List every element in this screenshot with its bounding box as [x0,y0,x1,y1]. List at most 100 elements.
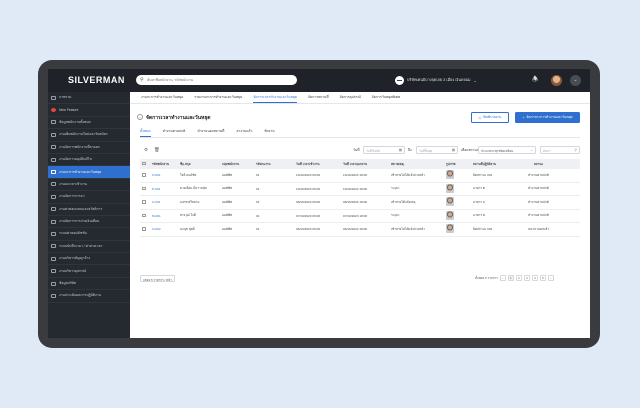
subnav-item[interactable]: จัดการเวลาทำงานและวันหยุด [253,95,298,103]
employee-code-link[interactable]: M-001 [150,214,178,218]
sidebar-item-label: งานจัดการการจ่ายเงินเดือน [59,219,100,224]
column-header[interactable]: วันที่ เวลาออกงาน [341,162,389,167]
row-checkbox[interactable] [142,227,146,231]
column-header[interactable]: สถานที่ปฏิบัติงาน [471,162,515,167]
tab[interactable]: ลางานแล้ว [236,129,252,137]
sidebar-item[interactable]: งานจัดการการจ่ายเงินเดือน [48,216,130,229]
sidebar-item-label: งานลงเวลาเข้างาน [59,181,87,186]
page-button[interactable]: › [547,275,554,281]
page-button[interactable]: 1 [507,275,514,281]
select-all-checkbox[interactable] [142,161,146,166]
row-checkbox[interactable] [142,173,146,177]
row-checkbox[interactable] [142,200,146,204]
sidebar-item[interactable]: งานลงเวลาเข้างาน [48,179,130,192]
export-report-button[interactable]: ⎙ พิมพ์รายงาน [471,112,509,123]
sidebar-item[interactable]: ข้อมูลพนักงานทั้งหมด [48,117,130,130]
sidebar-item[interactable]: งานกะการทำงานและวันหยุด [48,166,130,179]
subnav-item[interactable]: จัดการวันหยุดพิเศษ [372,95,400,100]
avatar[interactable] [551,75,562,86]
employee-photo[interactable] [446,197,454,207]
column-header[interactable]: วันที่ เวลาเข้างาน [294,162,341,167]
sidebar: ภาพรวม New Feature ข้อมูลพนักงานทั้งหมด งาน… [48,92,130,338]
column-header[interactable]: กลุ่มพนักงาน [220,162,254,167]
filter-icon[interactable]: ⚙ [144,147,148,153]
row-select-cell [140,213,150,219]
sidebar-item[interactable]: งานจัดการการลา [48,191,130,204]
back-icon[interactable]: ‹ [137,114,143,120]
subnav-item[interactable]: งานกะการทำงานและวันหยุด [141,95,183,100]
row-checkbox[interactable] [142,186,146,190]
row-select-cell [140,173,150,178]
sidebar-item[interactable]: งานเพิ่มพนักงานใหม่และรับสมัคร [48,129,130,142]
table-cell: ปิดสถานะ 002 [473,226,493,231]
device-icon [51,269,56,274]
bell-icon[interactable]: 🕭 [532,75,538,86]
employee-code-link[interactable]: O-001 [150,173,178,177]
employee-photo[interactable] [446,210,454,220]
sidebar-item[interactable]: New Feature [48,104,130,117]
sidebar-item[interactable]: ระบบบันทึกเวลา / ค่าล่วงเวลา [48,241,130,254]
export-report-label: พิมพ์รายงาน [483,115,502,119]
sidebar-item[interactable]: ข้อมูลบริษัท [48,278,130,291]
page-button[interactable]: ‹ [499,275,506,281]
tab[interactable]: ทำงานนอกสถานที่ [197,129,224,137]
employee-photo[interactable] [446,183,454,193]
manage-shift-button[interactable]: + จัดการกะการทำงานและวันหยุด [515,112,580,123]
date-from-field[interactable]: วันที่เริ่มต้น ▦ [363,145,405,154]
column-header[interactable]: รหัสพนักงาน [150,162,178,167]
table-search-field[interactable]: ค้นหา ⚲ [540,145,580,154]
column-header[interactable]: สถานะ [515,162,560,167]
search-box[interactable]: ⚲ [136,75,297,85]
tab[interactable]: ทั้งหมด [140,129,151,137]
row-select-cell [140,227,150,232]
subnav-item[interactable]: จัดการอุปกรณ์ [340,95,361,100]
employee-code-link[interactable]: C-001 [150,200,178,204]
table-row[interactable]: C-001 บงกช ศรีสยาม ออฟฟิศ 01 08/10/2023 09:0… [140,196,580,210]
page-button[interactable]: 3 [523,275,530,281]
date-to-field[interactable]: วันที่สิ้นสุด ▦ [416,145,458,154]
subnav-item[interactable]: รายงานกะการทำงานและวันหยุด [194,95,242,100]
column-header[interactable]: ชื่อ-สกุล [178,162,220,167]
sidebar-item[interactable]: งานจัดการอนุมัติแก้ไข [48,154,130,167]
sidebar-item[interactable]: ภาพรวม [48,92,130,105]
table-row[interactable]: O-001 ใจดี มนต์ชัย ออฟฟิศ 01 10/10/2023 09:0… [140,169,580,183]
tab[interactable]: ทำงานตามปกติ [163,129,186,137]
subnav-item[interactable]: จัดการสถานที่ [308,95,329,100]
column-header[interactable]: รหัสกะงาน [254,162,294,167]
search-input[interactable] [147,77,292,83]
app-logo[interactable]: SILVERMAN [68,75,125,85]
sidebar-item[interactable]: งานบริหารอุปกรณ์ [48,265,130,278]
table-cell: ทรงวุฒิ ใจดี [180,213,196,218]
sidebar-item[interactable]: ระบบค่าคอมมิชชัน [48,228,130,241]
sidebar-item-label: ภาพรวม [59,95,72,100]
company-selector[interactable]: บริษัทเคนอิบางจุดเลย 3 เมี่ยง เงินดจอม ⌄ [395,75,477,85]
employee-code-link[interactable]: P-001 [150,187,178,191]
table-row[interactable]: P-001 ดวงเดือน มีความสุข ออฟฟิศ 01 10/10/202… [140,183,580,196]
page-size-select[interactable]: แสดง 5 รายการ / หน้า [140,275,175,282]
table-row[interactable]: O-002 นงนุช สุดดี ออฟฟิศ 01 06/10/2023 09:00… [140,223,580,237]
payroll-icon [51,219,56,224]
account-menu-chevron-icon[interactable]: ⌄ [570,75,581,86]
company-icon [395,75,404,85]
tab[interactable]: พักงาน [264,129,274,137]
employee-code-link[interactable]: O-002 [150,227,178,231]
sidebar-item[interactable]: งานจัดการพนักงานที่ลาออก [48,142,130,154]
employee-photo[interactable] [446,170,454,180]
column-header[interactable]: รูปภาพ [444,162,471,167]
page-button[interactable]: 2 [515,275,522,281]
table-cell: 01 [256,173,260,178]
sidebar-item[interactable]: งานค่าตอบแทนและสวัสดิการ [48,204,130,216]
table-row[interactable]: M-001 ทรงวุฒิ ใจดี ออฟฟิศ 01 07/10/2023 09:0… [140,210,580,223]
column-header[interactable]: หมายเหตุ [389,162,444,167]
table-cell: อาคาร B [473,186,485,191]
page-button[interactable]: 4 [531,275,538,281]
delete-icon[interactable]: 🗑 [154,147,160,153]
sidebar-item[interactable]: งานบริหารสัญญาจ้าง [48,253,130,266]
table-cell: ออฟฟิศ [222,186,233,191]
status-filter-select[interactable]: ประเภทกะทุกชนิดเหมือน ⌄ [478,145,536,154]
row-checkbox[interactable] [142,213,146,217]
page-button[interactable]: 5 [539,275,546,281]
sidebar-item[interactable]: งานประเมินผลการปฏิบัติงาน [48,290,130,303]
employee-photo[interactable] [446,224,454,234]
search-icon: ⚲ [140,76,144,83]
